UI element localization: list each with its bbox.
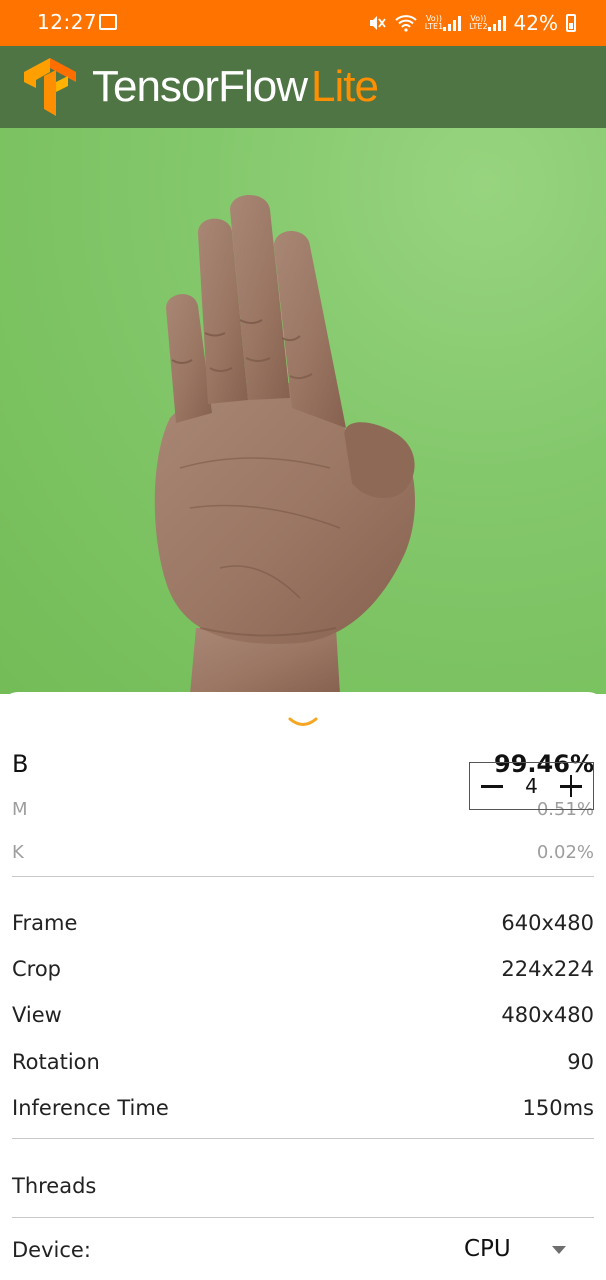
prediction-label: B bbox=[12, 750, 29, 778]
prediction-label: M bbox=[12, 798, 28, 820]
info-value: 150ms bbox=[522, 1096, 594, 1120]
info-row-view: View 480x480 bbox=[12, 1000, 594, 1030]
threads-value: 4 bbox=[525, 774, 538, 798]
info-value: 90 bbox=[567, 1050, 594, 1074]
threads-stepper: 4 bbox=[469, 762, 594, 810]
wifi-icon bbox=[395, 14, 417, 32]
device-label: Device: bbox=[12, 1238, 91, 1262]
chevron-down-icon[interactable] bbox=[287, 714, 319, 730]
info-row-frame: Frame 640x480 bbox=[12, 908, 594, 938]
prediction-label: K bbox=[12, 841, 24, 863]
prediction-row: K 0.02% bbox=[12, 839, 594, 865]
sim1-signal: Vo)) LTE1 bbox=[424, 15, 462, 31]
signal-bars-icon bbox=[487, 15, 506, 31]
info-label: Frame bbox=[12, 911, 78, 935]
prediction-confidence: 0.02% bbox=[536, 841, 594, 863]
battery-percent: 42% bbox=[513, 11, 558, 35]
info-row-crop: Crop 224x224 bbox=[12, 954, 594, 984]
plus-icon[interactable] bbox=[559, 774, 583, 798]
signal-bars-icon bbox=[443, 15, 462, 31]
info-label: Inference Time bbox=[12, 1096, 169, 1120]
status-bar: 12:27 Vo)) LTE1 Vo)) LTE2 42% bbox=[0, 0, 606, 46]
status-time: 12:27 bbox=[37, 10, 98, 34]
device-select[interactable]: CPU bbox=[464, 1236, 511, 1262]
status-icons: Vo)) LTE1 Vo)) LTE2 42% bbox=[367, 9, 576, 37]
info-label: Rotation bbox=[12, 1050, 100, 1074]
gallery-notification-icon bbox=[99, 14, 117, 30]
info-value: 480x480 bbox=[501, 1003, 594, 1027]
sim2-signal: Vo)) LTE2 bbox=[469, 15, 506, 31]
device-row: Device: bbox=[12, 1235, 91, 1265]
divider bbox=[12, 876, 594, 877]
info-row-inference-time: Inference Time 150ms bbox=[12, 1093, 594, 1123]
info-label: Crop bbox=[12, 957, 62, 981]
sim1-label: LTE1 bbox=[424, 22, 444, 31]
info-value: 224x224 bbox=[501, 957, 594, 981]
camera-preview bbox=[0, 128, 606, 694]
app-title: TensorFlowLite bbox=[92, 62, 379, 112]
caret-down-icon[interactable] bbox=[552, 1246, 566, 1254]
brand-main: TensorFlow bbox=[92, 62, 308, 111]
app-bar: TensorFlowLite bbox=[0, 46, 606, 128]
threads-label: Threads bbox=[12, 1174, 97, 1198]
battery-icon bbox=[566, 14, 576, 32]
tensorflow-logo-icon bbox=[24, 58, 76, 116]
divider bbox=[12, 1138, 594, 1139]
mute-icon bbox=[367, 13, 387, 33]
info-value: 640x480 bbox=[501, 911, 594, 935]
info-row-rotation: Rotation 90 bbox=[12, 1047, 594, 1077]
sim2-label: LTE2 bbox=[469, 22, 488, 31]
brand-accent: Lite bbox=[310, 62, 379, 111]
minus-icon[interactable] bbox=[480, 774, 504, 798]
info-label: View bbox=[12, 1003, 62, 1027]
threads-row: Threads bbox=[12, 1171, 96, 1201]
hand-image bbox=[154, 195, 416, 694]
divider bbox=[12, 1217, 594, 1218]
